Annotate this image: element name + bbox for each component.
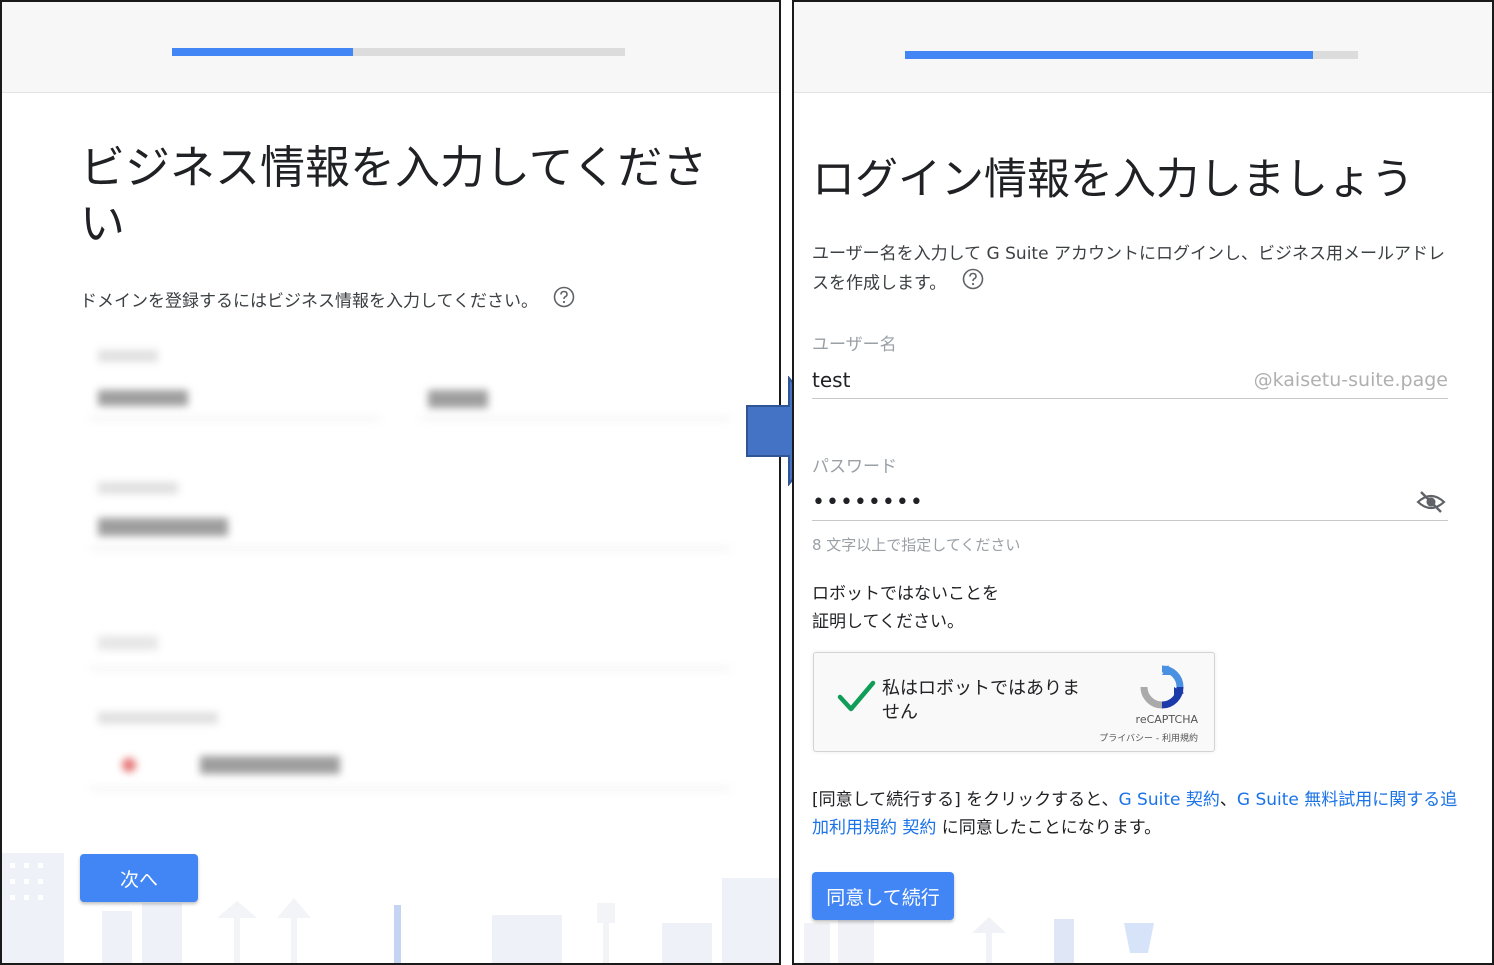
username-input[interactable]: test: [812, 368, 850, 392]
gsuite-agreement-link[interactable]: G Suite 契約: [1118, 790, 1219, 810]
visibility-off-icon[interactable]: [1416, 490, 1446, 518]
page-title: ビジネス情報を入力してください: [80, 141, 708, 250]
recaptcha-label: 私はロボットではありません: [882, 678, 1080, 723]
help-icon[interactable]: [553, 286, 575, 317]
description-text: ユーザー名を入力して G Suite アカウントにログインし、ビジネス用メールア…: [812, 244, 1445, 294]
recaptcha-brand: reCAPTCHA: [1135, 713, 1198, 726]
page-description: ユーザー名を入力して G Suite アカウントにログインし、ビジネス用メールア…: [812, 240, 1452, 299]
robot-prompt: ロボットではないことを 証明してください。: [812, 580, 999, 636]
progress-bar: [172, 48, 625, 56]
help-icon[interactable]: [962, 268, 984, 299]
recaptcha-logo-icon: [1140, 665, 1184, 713]
username-underline: [812, 398, 1448, 399]
password-underline: [812, 520, 1448, 521]
progress-bar: [905, 51, 1358, 59]
login-info-panel: ログイン情報を入力しましょう ユーザー名を入力して G Suite アカウントに…: [792, 0, 1494, 965]
page-title: ログイン情報を入力しましょう: [812, 155, 1414, 205]
progress-fill: [905, 51, 1313, 59]
robot-prompt-line1: ロボットではないことを: [812, 584, 999, 604]
password-hint: 8 文字以上で指定してください: [812, 536, 1021, 554]
terms-text: [同意して続行する] をクリックすると、G Suite 契約、G Suite 無…: [812, 786, 1462, 842]
description-text: ドメインを登録するにはビジネス情報を入力してください。: [80, 291, 538, 312]
agree-continue-button[interactable]: 同意して続行: [812, 872, 954, 920]
password-label: パスワード: [812, 457, 897, 477]
username-label: ユーザー名: [812, 335, 897, 355]
terms-suffix: に同意したことになります。: [936, 818, 1162, 838]
progress-header: [2, 2, 779, 93]
recaptcha-links[interactable]: プライバシー - 利用規約: [1099, 731, 1198, 744]
recaptcha-widget[interactable]: 私はロボットではありません reCAPTCHA プライバシー - 利用規約: [813, 652, 1215, 752]
progress-fill: [172, 48, 354, 56]
terms-separator: 、: [1219, 790, 1237, 810]
page-description: ドメインを登録するにはビジネス情報を入力してください。: [80, 286, 575, 317]
blurred-business-form: [90, 342, 740, 802]
progress-header: [794, 2, 1492, 93]
domain-suffix: @kaisetu-suite.page: [1253, 369, 1448, 391]
password-input[interactable]: ••••••••: [812, 490, 924, 515]
checkmark-icon[interactable]: [836, 679, 876, 719]
business-info-panel: ビジネス情報を入力してください ドメインを登録するにはビジネス情報を入力してくだ…: [0, 0, 781, 965]
next-button[interactable]: 次へ: [80, 854, 198, 902]
terms-prefix: [同意して続行する] をクリックすると、: [812, 790, 1119, 810]
robot-prompt-line2: 証明してください。: [812, 612, 964, 632]
